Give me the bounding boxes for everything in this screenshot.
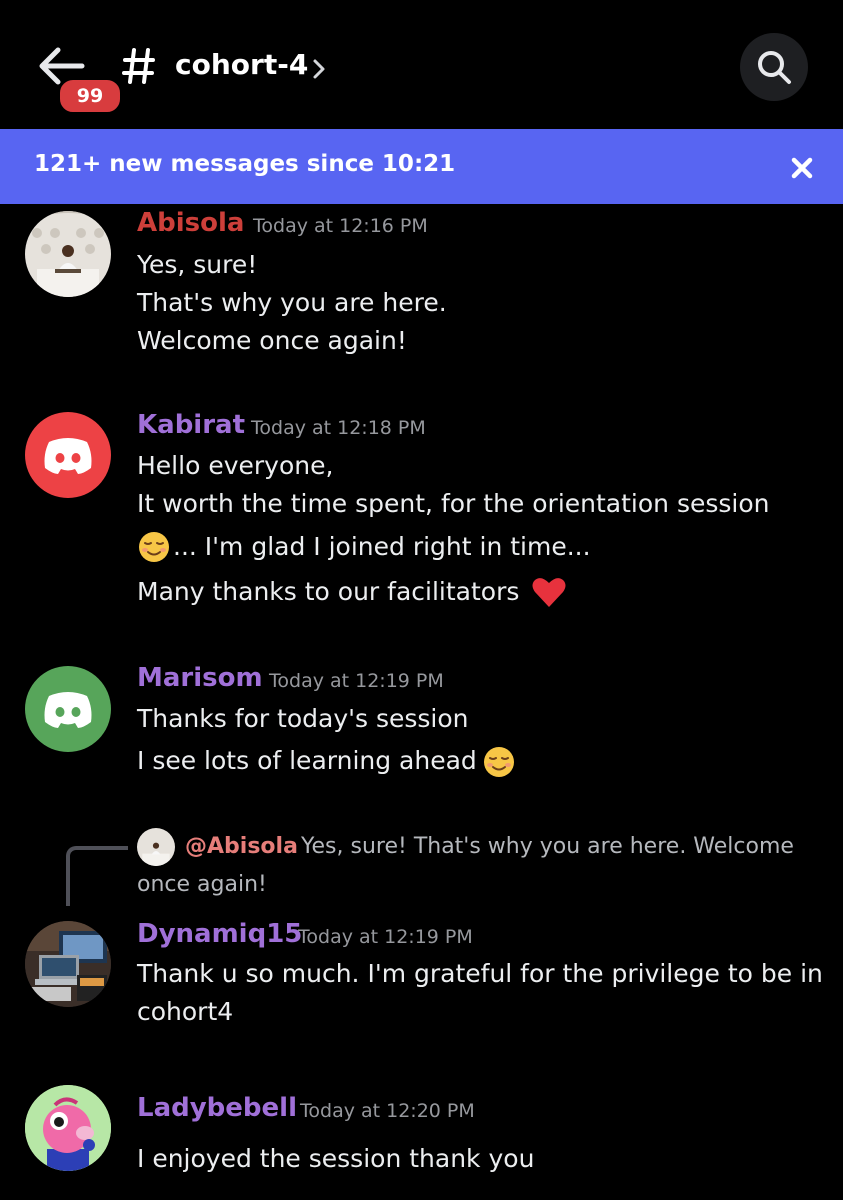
message-line: Thanks for today's session	[137, 704, 469, 733]
search-icon	[758, 51, 791, 84]
new-messages-banner[interactable]: 121+ new messages since 10:21	[0, 129, 843, 204]
message-line: Yes, sure!	[137, 250, 258, 279]
search-button[interactable]	[740, 33, 808, 101]
message-line: Hello everyone,	[137, 451, 334, 480]
message-timestamp: Today at 12:19 PM	[269, 670, 444, 692]
reply-avatar[interactable]	[137, 828, 175, 866]
cartoon-avatar-icon	[25, 1085, 111, 1171]
user-photo-icon	[25, 921, 111, 1007]
message-timestamp: Today at 12:19 PM	[298, 926, 473, 948]
avatar[interactable]	[25, 1085, 111, 1171]
author-name[interactable]: Marisom	[137, 663, 263, 693]
user-photo-icon	[25, 211, 111, 297]
user-photo-icon	[137, 828, 175, 866]
message-line: Thank u so much. I'm grateful for the pr…	[137, 959, 823, 988]
author-name[interactable]: Dynamiq15	[137, 919, 302, 949]
new-messages-text: 121+ new messages since 10:21	[34, 151, 456, 177]
avatar[interactable]	[25, 211, 111, 297]
message-timestamp: Today at 12:18 PM	[251, 417, 426, 439]
close-icon[interactable]	[784, 150, 820, 186]
channel-title[interactable]: cohort-4	[175, 48, 308, 81]
author-name[interactable]: Ladybebell	[137, 1093, 297, 1123]
red-heart-icon	[532, 578, 566, 607]
message-line: I see lots of learning ahead	[137, 746, 477, 775]
unread-badge: 99	[57, 77, 123, 115]
discord-logo-icon	[44, 438, 92, 474]
message-timestamp: Today at 12:16 PM	[253, 215, 428, 237]
message-line: cohort4	[137, 997, 234, 1026]
reply-preview-text[interactable]: once again!	[137, 872, 267, 897]
hash-icon	[122, 48, 155, 84]
message-line: That's why you are here.	[137, 288, 447, 317]
message-timestamp: Today at 12:20 PM	[300, 1100, 475, 1122]
reply-mention[interactable]: @Abisola	[185, 834, 298, 859]
message-line: I enjoyed the session thank you	[137, 1144, 535, 1173]
channel-header: 99 cohort-4	[0, 0, 843, 128]
message-line: Welcome once again!	[137, 326, 407, 355]
chevron-right-icon[interactable]	[312, 58, 326, 80]
avatar[interactable]	[25, 666, 111, 752]
relieved-face-icon	[484, 747, 514, 777]
discord-logo-icon	[44, 692, 92, 728]
author-name[interactable]: Abisola	[137, 208, 244, 238]
avatar[interactable]	[25, 412, 111, 498]
message-line: Many thanks to our facilitators	[137, 577, 520, 606]
message-line: It worth the time spent, for the orienta…	[137, 489, 770, 518]
author-name[interactable]: Kabirat	[137, 410, 245, 440]
avatar[interactable]	[25, 921, 111, 1007]
reply-preview-text[interactable]: Yes, sure! That's why you are here. Welc…	[301, 834, 794, 859]
reply-connector	[66, 846, 128, 906]
message-line: ... I'm glad I joined right in time...	[173, 532, 591, 561]
relieved-face-icon	[139, 532, 169, 562]
